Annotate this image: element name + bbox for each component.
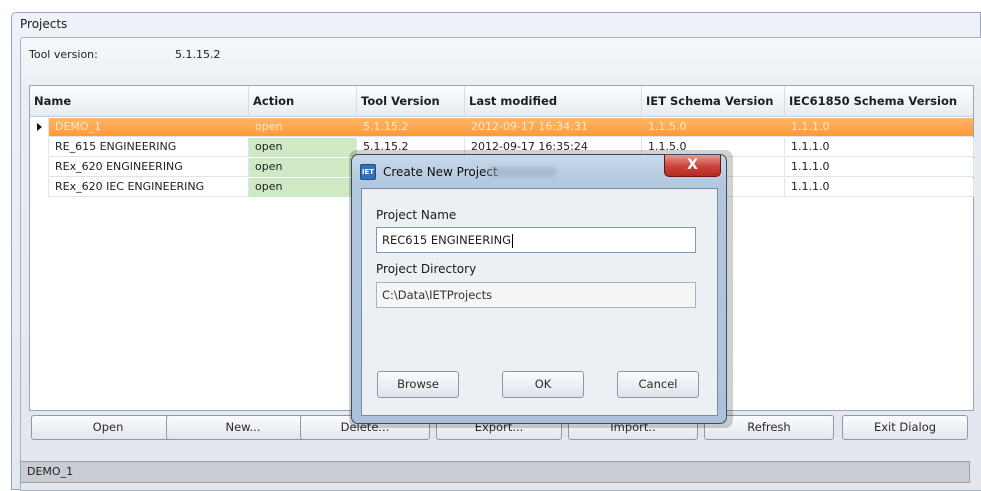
cell-name: REx_620 IEC ENGINEERING — [49, 178, 249, 197]
column-header-name[interactable]: Name — [30, 86, 249, 117]
project-name-label: Project Name — [376, 208, 457, 222]
cell-name: REx_620 ENGINEERING — [49, 158, 249, 177]
cell-action-open[interactable]: open — [249, 138, 357, 157]
create-new-project-dialog: IET Create New Project X Project Name RE… — [351, 154, 727, 424]
dialog-client-area: Project Name REC615 ENGINEERING Project … — [361, 188, 718, 416]
table-row[interactable]: DEMO_1 open 5.1.15.2 2012-09-17 16:34:31… — [30, 118, 973, 137]
column-header-tool-version[interactable]: Tool Version — [357, 86, 465, 117]
cell-name: DEMO_1 — [55, 120, 102, 133]
column-header-action[interactable]: Action — [249, 86, 357, 117]
cancel-button[interactable]: Cancel — [617, 371, 699, 398]
cell-iet-schema: 1.1.5.0 — [648, 120, 687, 133]
close-button[interactable]: X — [664, 155, 721, 177]
project-directory-label: Project Directory — [376, 262, 477, 276]
cell-action-open[interactable]: open — [249, 158, 357, 177]
window-title: Projects — [20, 17, 68, 31]
row-selector[interactable] — [30, 118, 49, 137]
project-name-input[interactable]: REC615 ENGINEERING — [376, 227, 696, 253]
new-button[interactable]: New... — [166, 415, 320, 440]
ok-button[interactable]: OK — [502, 371, 584, 398]
column-header-iet-schema[interactable]: IET Schema Version — [642, 86, 785, 117]
cell-name: RE_615 ENGINEERING — [49, 138, 249, 157]
cell-action-open[interactable]: open — [249, 178, 357, 197]
text-caret — [512, 233, 514, 248]
column-header-iec61850-schema[interactable]: IEC61850 Schema Version — [785, 86, 974, 117]
current-row-arrow-icon — [37, 123, 42, 131]
cell-action-open[interactable]: open — [249, 118, 357, 137]
iet-app-icon: IET — [360, 164, 376, 180]
project-name-value: REC615 ENGINEERING — [382, 233, 512, 247]
cell-iec-schema: 1.1.1.0 — [791, 120, 830, 133]
tool-version-label: Tool version: — [29, 48, 98, 61]
dialog-title: Create New Project — [383, 165, 498, 179]
exit-dialog-button[interactable]: Exit Dialog — [842, 415, 968, 440]
cell-iec-schema: 1.1.1.0 — [785, 178, 974, 197]
cell-iec-schema: 1.1.1.0 — [785, 138, 974, 157]
column-header-last-modified[interactable]: Last modified — [465, 86, 642, 117]
close-icon: X — [687, 157, 698, 173]
project-directory-field[interactable]: C:\Data\IETProjects — [376, 282, 696, 308]
cell-last-modified: 2012-09-17 16:34:31 — [471, 120, 588, 133]
row-selector[interactable] — [30, 138, 49, 157]
browse-button[interactable]: Browse — [377, 371, 459, 398]
cell-tool-version: 5.1.15.2 — [363, 120, 409, 133]
open-button[interactable]: Open — [31, 415, 185, 440]
title-bar-blur — [487, 167, 557, 177]
row-selector[interactable] — [30, 178, 49, 197]
status-bar: DEMO_1 — [20, 461, 970, 483]
tool-version-value: 5.1.15.2 — [175, 48, 221, 61]
cell-iec-schema: 1.1.1.0 — [785, 158, 974, 177]
row-selector[interactable] — [30, 158, 49, 177]
table-header: Name Action Tool Version Last modified I… — [30, 86, 973, 117]
